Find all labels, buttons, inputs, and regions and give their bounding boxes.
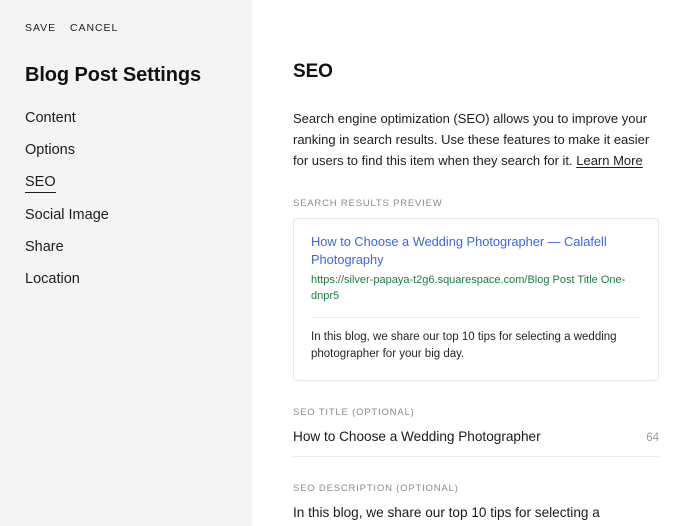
seo-description-input[interactable]: In this blog, we share our top 10 tips f… <box>293 503 630 526</box>
seo-title-field-group: SEO TITLE (OPTIONAL) How to Choose a Wed… <box>293 381 659 458</box>
section-description: Search engine optimization (SEO) allows … <box>293 81 653 172</box>
settings-sidebar: SAVE CANCEL Blog Post Settings Content O… <box>0 0 252 526</box>
seo-description-label: SEO DESCRIPTION (OPTIONAL) <box>293 483 459 495</box>
preview-snippet: In this blog, we share our top 10 tips f… <box>311 330 617 361</box>
sidebar-action-bar: SAVE CANCEL <box>0 0 252 34</box>
sidebar-item-location[interactable]: Location <box>25 270 80 288</box>
learn-more-link[interactable]: Learn More <box>576 153 642 168</box>
sidebar-item-seo[interactable]: SEO <box>25 173 56 194</box>
sidebar-item-social-image[interactable]: Social Image <box>25 206 109 224</box>
page-title: Blog Post Settings <box>25 64 201 86</box>
blog-post-settings-panel: SAVE CANCEL Blog Post Settings Content O… <box>0 0 700 526</box>
preview-divider <box>311 316 641 318</box>
settings-nav: Content Options SEO Social Image Share L… <box>0 87 252 288</box>
seo-title-label: SEO TITLE (OPTIONAL) <box>293 407 415 419</box>
sidebar-item-share[interactable]: Share <box>25 238 64 256</box>
seo-settings-content: SEO Search engine optimization (SEO) all… <box>252 0 700 526</box>
seo-title-input[interactable]: How to Choose a Wedding Photographer <box>293 427 636 447</box>
seo-description-input-row[interactable]: In this blog, we share our top 10 tips f… <box>293 503 659 526</box>
section-heading: SEO <box>293 61 333 82</box>
seo-description-field-group: SEO DESCRIPTION (OPTIONAL) In this blog,… <box>293 457 659 526</box>
search-results-preview-label: SEARCH RESULTS PREVIEW <box>293 197 443 209</box>
preview-title-link[interactable]: How to Choose a Wedding Photographer — C… <box>311 233 641 269</box>
sidebar-item-options[interactable]: Options <box>25 141 75 159</box>
sidebar-item-content[interactable]: Content <box>25 109 76 127</box>
seo-title-character-counter: 64 <box>646 432 659 445</box>
save-button[interactable]: SAVE <box>25 22 56 34</box>
preview-url: https://silver-papaya-t2g6.squarespace.c… <box>311 273 626 303</box>
seo-title-input-row[interactable]: How to Choose a Wedding Photographer 64 <box>293 427 659 458</box>
cancel-button[interactable]: CANCEL <box>70 22 118 34</box>
search-results-preview-card: How to Choose a Wedding Photographer — C… <box>293 217 659 382</box>
